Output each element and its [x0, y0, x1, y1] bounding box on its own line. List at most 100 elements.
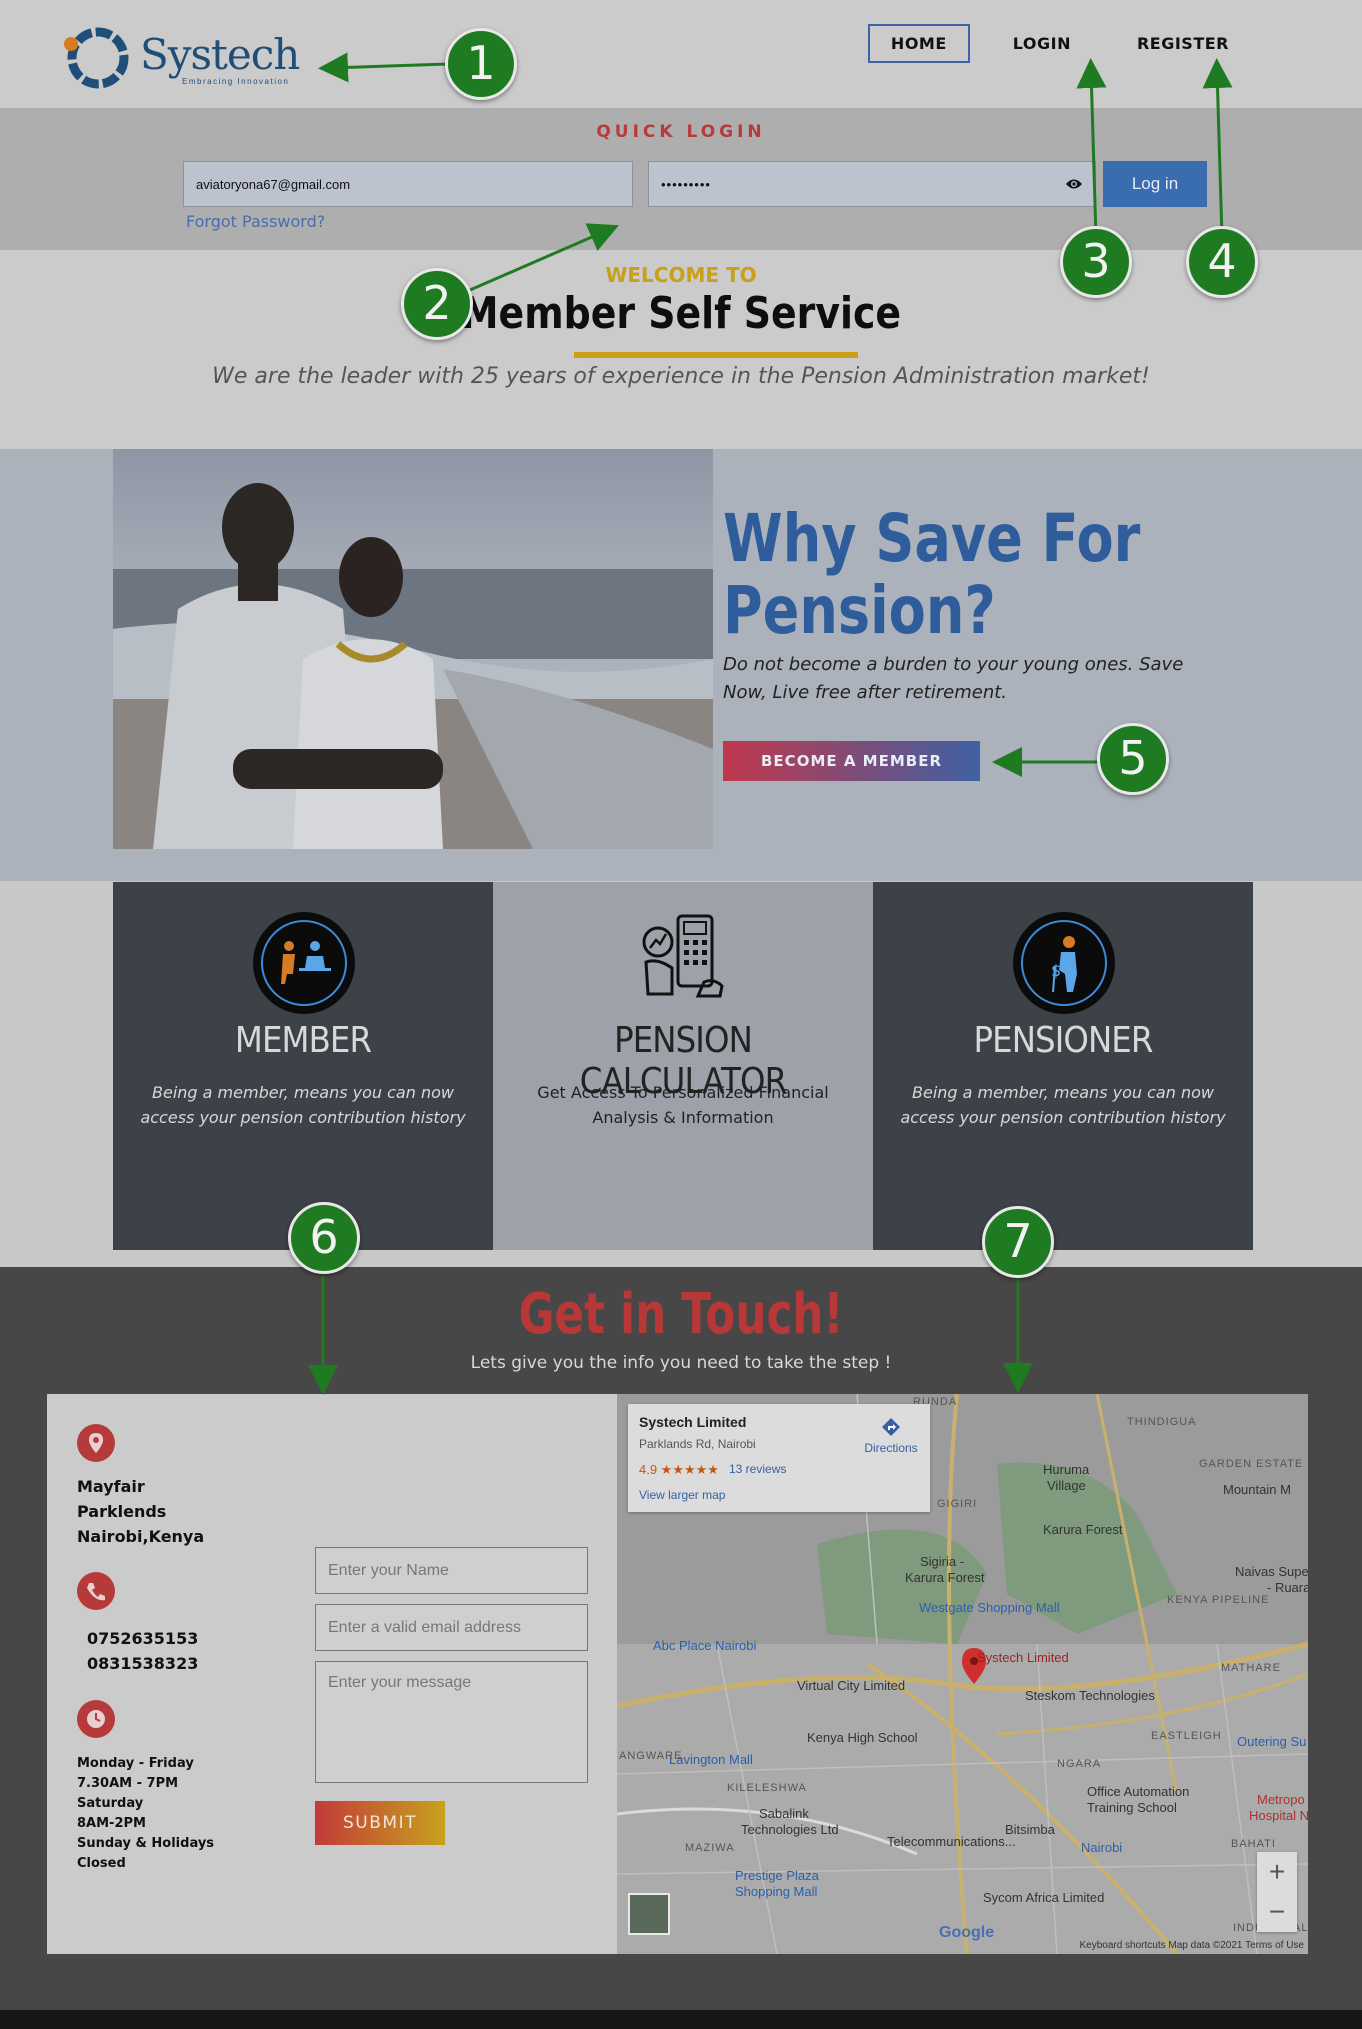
directions-label: Directions	[864, 1441, 918, 1455]
map-label: Technologies Ltd	[741, 1822, 839, 1837]
directions-icon	[882, 1418, 900, 1436]
map-label: Village	[1047, 1478, 1086, 1493]
place-rating: 4.9 ★★★★★	[639, 1462, 719, 1477]
systech-logo[interactable]: Systech Embracing Innovation	[58, 22, 308, 92]
password-value: •••••••••	[661, 177, 711, 192]
view-larger-map-link[interactable]: View larger map	[639, 1488, 725, 1502]
logo-text: Systech	[140, 30, 300, 79]
map-label: Naivas Supermark	[1235, 1564, 1308, 1579]
pension-calculator-desc: Get Access To Personalized Financial Ana…	[537, 1083, 829, 1127]
place-address: Parklands Rd, Nairobi	[639, 1437, 756, 1451]
member-card[interactable]: MEMBER Being a member, means you can now…	[113, 882, 493, 1250]
show-password-eye-icon[interactable]	[1065, 177, 1083, 191]
zoom-out-button[interactable]: −	[1257, 1892, 1297, 1932]
hours-line: 8AM-2PM	[77, 1816, 146, 1831]
clock-icon	[77, 1700, 115, 1738]
map-label: EASTLEIGH	[1151, 1730, 1222, 1742]
pensioner-card[interactable]: $ PENSIONER Being a member, means you ca…	[873, 882, 1253, 1250]
map-label: Sigiria -	[920, 1554, 965, 1569]
quick-login-title: QUICK LOGIN	[596, 122, 766, 142]
map-label: Office Automation	[1087, 1784, 1190, 1799]
hours-line: Sunday & Holidays	[77, 1836, 215, 1851]
name-input[interactable]: Enter your Name	[315, 1547, 588, 1594]
map-label: Sycom Africa Limited	[983, 1890, 1105, 1905]
annotation-marker-4: 4	[1186, 226, 1258, 298]
map-label: Telecommunications...	[887, 1834, 1016, 1849]
phone-number[interactable]: 0831538323	[87, 1651, 198, 1676]
message-textarea[interactable]: Enter your message	[315, 1661, 588, 1783]
map-label: Shopping Mall	[735, 1884, 818, 1899]
google-map[interactable]: RUNDA THINDIGUA Huruma Village GARDEN ES…	[617, 1394, 1308, 1954]
title-underline	[574, 352, 858, 358]
map-label: Virtual City Limited	[797, 1678, 906, 1693]
logo-ring-icon	[64, 27, 129, 89]
place-info-card: Systech Limited Parklands Rd, Nairobi 4.…	[628, 1404, 930, 1512]
nav-login-link[interactable]: LOGIN	[990, 24, 1094, 63]
annotation-marker-3: 3	[1060, 226, 1132, 298]
map-footer[interactable]: Keyboard shortcuts Map data ©2021 Terms …	[1079, 1940, 1304, 1951]
map-label: Steskom Technologies	[1025, 1688, 1155, 1703]
pensioner-desc: Being a member, means you can now access…	[900, 1083, 1226, 1127]
location-pin-icon	[77, 1424, 115, 1462]
map-label: KENYA PIPELINE	[1167, 1594, 1270, 1606]
address-block: Mayfair Parklends Nairobi,Kenya	[77, 1474, 204, 1549]
top-navbar: Systech Embracing Innovation HOME LOGIN …	[0, 0, 1362, 108]
map-label: Metropo	[1257, 1792, 1305, 1807]
annotation-marker-6: 6	[288, 1202, 360, 1274]
submit-button[interactable]: SUBMIT	[315, 1801, 445, 1845]
forgot-password-link[interactable]: Forgot Password?	[186, 212, 325, 231]
why-save-heading-line2: Pension?	[723, 572, 996, 649]
login-button[interactable]: Log in	[1103, 161, 1207, 207]
map-label: NGARA	[1057, 1758, 1102, 1770]
member-icon	[253, 912, 355, 1014]
address-line: Mayfair	[77, 1477, 145, 1496]
map-label: Westgate Shopping Mall	[919, 1600, 1060, 1615]
calculator-icon	[642, 914, 724, 998]
contact-title: Get in Touch!	[518, 1282, 844, 1347]
contact-subtitle: Lets give you the info you need to take …	[470, 1353, 892, 1373]
pensioner-title: PENSIONER	[973, 1020, 1153, 1061]
map-label: Karura Forest	[905, 1570, 985, 1585]
address-line: Nairobi,Kenya	[77, 1527, 205, 1546]
become-member-button[interactable]: BECOME A MEMBER	[723, 741, 980, 781]
map-label: Karura Forest	[1043, 1522, 1123, 1537]
zoom-in-button[interactable]: +	[1257, 1852, 1297, 1892]
email-field[interactable]: aviatoryona67@gmail.com	[183, 161, 633, 207]
why-save-text: Do not become a burden to your young one…	[723, 654, 1184, 703]
phone-number[interactable]: 0752635153	[87, 1626, 198, 1651]
hero-section: Why Save For Pension? Do not become a bu…	[0, 449, 1362, 881]
map-label: KILELESHWA	[727, 1782, 807, 1794]
hours-line: Monday - Friday	[77, 1756, 194, 1771]
nav-links: HOME LOGIN REGISTER	[867, 24, 1252, 63]
map-label: Kenya High School	[807, 1730, 918, 1745]
quick-login-bar: QUICK LOGIN aviatoryona67@gmail.com ••••…	[0, 108, 1362, 250]
address-line: Parklends	[77, 1502, 167, 1521]
logo-tagline: Embracing Innovation	[182, 77, 290, 86]
directions-button[interactable]: Directions	[856, 1416, 926, 1455]
annotation-marker-1: 1	[445, 28, 517, 100]
hours-line: Closed	[77, 1856, 126, 1871]
map-label: Outering Su	[1237, 1734, 1307, 1749]
google-logo: Google	[939, 1924, 995, 1941]
contact-info-panel: Mayfair Parklends Nairobi,Kenya 07526351…	[47, 1394, 617, 1954]
map-label: Training School	[1087, 1800, 1177, 1815]
password-field[interactable]: •••••••••	[648, 161, 1096, 207]
nav-home-link[interactable]: HOME	[867, 24, 970, 63]
contact-section: Get in Touch! Lets give you the info you…	[0, 1267, 1362, 2010]
map-label: Huruma	[1043, 1462, 1090, 1477]
phone-icon	[77, 1572, 115, 1610]
pension-calculator-card[interactable]: PENSION CALCULATOR Get Access To Persona…	[493, 882, 873, 1250]
annotation-marker-7: 7	[982, 1206, 1054, 1278]
pensioner-icon: $	[1013, 912, 1115, 1014]
member-desc: Being a member, means you can now access…	[140, 1083, 466, 1127]
nav-register-link[interactable]: REGISTER	[1114, 24, 1252, 63]
map-label: - Ruara	[1267, 1580, 1308, 1595]
office-hours: Monday - Friday 7.30AM - 7PM Saturday 8A…	[77, 1754, 214, 1874]
map-label: GARDEN ESTATE	[1199, 1458, 1304, 1470]
map-label: Sabalink	[759, 1806, 809, 1821]
contact-email-input[interactable]: Enter a valid email address	[315, 1604, 588, 1651]
annotation-marker-2: 2	[401, 268, 473, 340]
why-save-heading: Why Save For Pension?	[723, 503, 1140, 647]
reviews-link[interactable]: 13 reviews	[729, 1462, 786, 1476]
phone-numbers: 0752635153 0831538323	[87, 1626, 198, 1676]
